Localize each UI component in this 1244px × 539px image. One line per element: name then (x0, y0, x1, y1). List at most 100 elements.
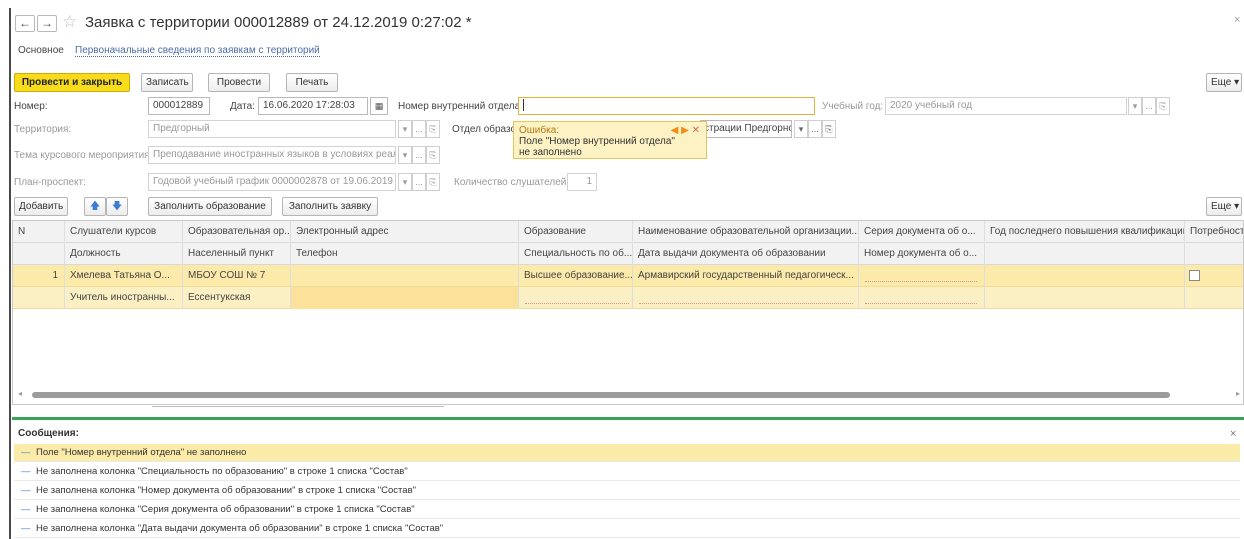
territory-dropdown-icon[interactable]: ▾ (398, 120, 412, 138)
table-more-button[interactable]: Еще ▾ (1206, 197, 1242, 216)
print-button[interactable]: Печать (286, 73, 338, 92)
internal-number-field[interactable] (518, 97, 815, 115)
post-and-close-button[interactable]: Провести и закрыть (14, 73, 130, 92)
course-topic-field[interactable]: Преподавание иностранных языков в услови… (148, 146, 396, 164)
column-header-locality[interactable]: Населенный пункт (183, 243, 291, 265)
date-label: Дата: (230, 101, 255, 112)
cell-phone[interactable] (291, 287, 519, 309)
add-row-button[interactable]: Добавить (14, 197, 68, 216)
school-year-open-icon[interactable]: ⎘ (1156, 97, 1170, 115)
next-error-icon[interactable]: ▶ (681, 125, 689, 136)
column-header-edu-institution-name[interactable]: Наименование образовательной организации… (633, 221, 859, 243)
department-label: Отдел образо (452, 124, 517, 135)
message-dash-icon: — (21, 504, 31, 515)
close-tooltip-icon[interactable]: ✕ (692, 125, 700, 136)
number-field[interactable]: 000012889 (148, 97, 210, 115)
favorite-star-icon[interactable]: ☆ (62, 12, 77, 32)
cell-doc-number[interactable] (859, 287, 985, 309)
forward-button[interactable]: → (37, 15, 57, 32)
calendar-icon[interactable]: ▦ (370, 97, 388, 115)
column-header-doc-number[interactable]: Номер документа об о... (859, 243, 985, 265)
cell-blank-2 (985, 287, 1185, 309)
cell-specialty[interactable] (519, 287, 633, 309)
territory-open-icon[interactable]: ⎘ (426, 120, 440, 138)
specialty-error-underline (525, 303, 629, 304)
cell-doc-series[interactable] (859, 265, 985, 287)
window-left-border (9, 8, 11, 539)
cell-education[interactable]: Высшее образование... (519, 265, 633, 287)
column-header-need[interactable]: Потребност (1185, 221, 1243, 243)
tab-initial-info[interactable]: Первоначальные сведения по заявкам с тер… (75, 45, 320, 57)
window-close-icon[interactable]: × (1234, 14, 1240, 26)
messages-close-icon[interactable]: × (1230, 428, 1236, 440)
message-item[interactable]: — Поле "Номер внутренний отдела" не запол… (14, 444, 1240, 462)
horizontal-scrollbar[interactable]: ◂ ▸ (12, 389, 1244, 400)
cell-email[interactable] (291, 265, 519, 287)
plan-field[interactable]: Годовой учебный график 0000002878 от 19.… (148, 173, 396, 191)
cell-need[interactable] (1185, 265, 1243, 287)
column-header-doc-issue-date[interactable]: Дата выдачи документа об образовании (633, 243, 859, 265)
fill-request-button[interactable]: Заполнить заявку (282, 197, 378, 216)
date-field[interactable]: 16.06.2020 17:28:03 (258, 97, 368, 115)
school-year-dropdown-icon[interactable]: ▾ (1128, 97, 1142, 115)
cell-edu-org[interactable]: МБОУ СОШ № 7 (183, 265, 291, 287)
column-header-doc-series[interactable]: Серия документа об о... (859, 221, 985, 243)
column-header-position[interactable]: Должность (65, 243, 183, 265)
cell-locality[interactable]: Ессентукская (183, 287, 291, 309)
back-button[interactable]: ← (15, 15, 35, 32)
column-header-qualification-year[interactable]: Год последнего повышения квалификации (985, 221, 1185, 243)
more-button[interactable]: Еще ▾ (1206, 73, 1242, 92)
territory-select-button[interactable]: ... (412, 120, 426, 138)
message-item[interactable]: — Не заполнена колонка "Дата выдачи докум… (14, 520, 1240, 538)
cell-position[interactable]: Учитель иностранны... (65, 287, 183, 309)
plan-dropdown-icon[interactable]: ▾ (398, 173, 412, 191)
message-item[interactable]: — Не заполнена колонка "Номер документа о… (14, 482, 1240, 500)
cell-edu-institution-name[interactable]: Армавирский государственный педагогическ… (633, 265, 859, 287)
plan-label: План-проспект: (14, 177, 86, 188)
listeners-count-field[interactable]: 1 (567, 173, 597, 191)
panel-splitter[interactable] (152, 406, 444, 407)
column-header-education[interactable]: Образование (519, 221, 633, 243)
department-dropdown-icon[interactable]: ▾ (794, 120, 808, 138)
school-year-select-button[interactable]: ... (1142, 97, 1156, 115)
previous-error-icon[interactable]: ◀ (671, 125, 679, 136)
move-down-icon[interactable]: 🡇 (106, 197, 128, 216)
territory-field[interactable]: Предгорный (148, 120, 396, 138)
department-open-icon[interactable]: ⎘ (822, 120, 836, 138)
plan-select-button[interactable]: ... (412, 173, 426, 191)
course-topic-dropdown-icon[interactable]: ▾ (398, 146, 412, 164)
department-select-button[interactable]: ... (808, 120, 822, 138)
plan-open-icon[interactable]: ⎘ (426, 173, 440, 191)
move-up-icon[interactable]: 🡅 (84, 197, 106, 216)
need-checkbox[interactable] (1189, 270, 1200, 281)
back-arrow-icon: ← (19, 16, 31, 30)
column-header-blank-3 (1185, 243, 1243, 265)
cell-listener-name[interactable]: Хмелева Татьяна О... (65, 265, 183, 287)
column-header-n[interactable]: N (13, 221, 65, 243)
error-tooltip-nav: ◀ ▶ ✕ (671, 125, 700, 136)
column-header-phone[interactable]: Телефон (291, 243, 519, 265)
column-header-edu-org[interactable]: Образовательная ор... (183, 221, 291, 243)
messages-divider (12, 417, 1244, 420)
tab-main[interactable]: Основное (18, 45, 64, 56)
scroll-right-icon[interactable]: ▸ (1236, 389, 1240, 398)
message-item[interactable]: — Не заполнена колонка "Серия документа о… (14, 501, 1240, 519)
table-row[interactable]: 1 Хмелева Татьяна О... МБОУ СОШ № 7 Высш… (13, 265, 1243, 287)
cell-doc-issue-date[interactable] (633, 287, 859, 309)
fill-education-button[interactable]: Заполнить образование (148, 197, 272, 216)
column-header-email[interactable]: Электронный адрес (291, 221, 519, 243)
course-topic-select-button[interactable]: ... (412, 146, 426, 164)
post-button[interactable]: Провести (208, 73, 270, 92)
column-header-listeners[interactable]: Слушатели курсов (65, 221, 183, 243)
school-year-field[interactable]: 2020 учебный год (885, 97, 1127, 115)
table-row[interactable]: Учитель иностранны... Ессентукская (13, 287, 1243, 309)
column-header-specialty[interactable]: Специальность по об... (519, 243, 633, 265)
department-field[interactable]: страции Предгорног (700, 120, 792, 138)
save-button[interactable]: Записать (141, 73, 193, 92)
cell-qualification-year[interactable] (985, 265, 1185, 287)
scroll-left-icon[interactable]: ◂ (18, 389, 22, 398)
course-topic-open-icon[interactable]: ⎘ (426, 146, 440, 164)
message-item[interactable]: — Не заполнена колонка "Специальность по … (14, 463, 1240, 481)
forward-arrow-icon: → (41, 16, 53, 30)
scrollbar-thumb[interactable] (32, 392, 1170, 398)
